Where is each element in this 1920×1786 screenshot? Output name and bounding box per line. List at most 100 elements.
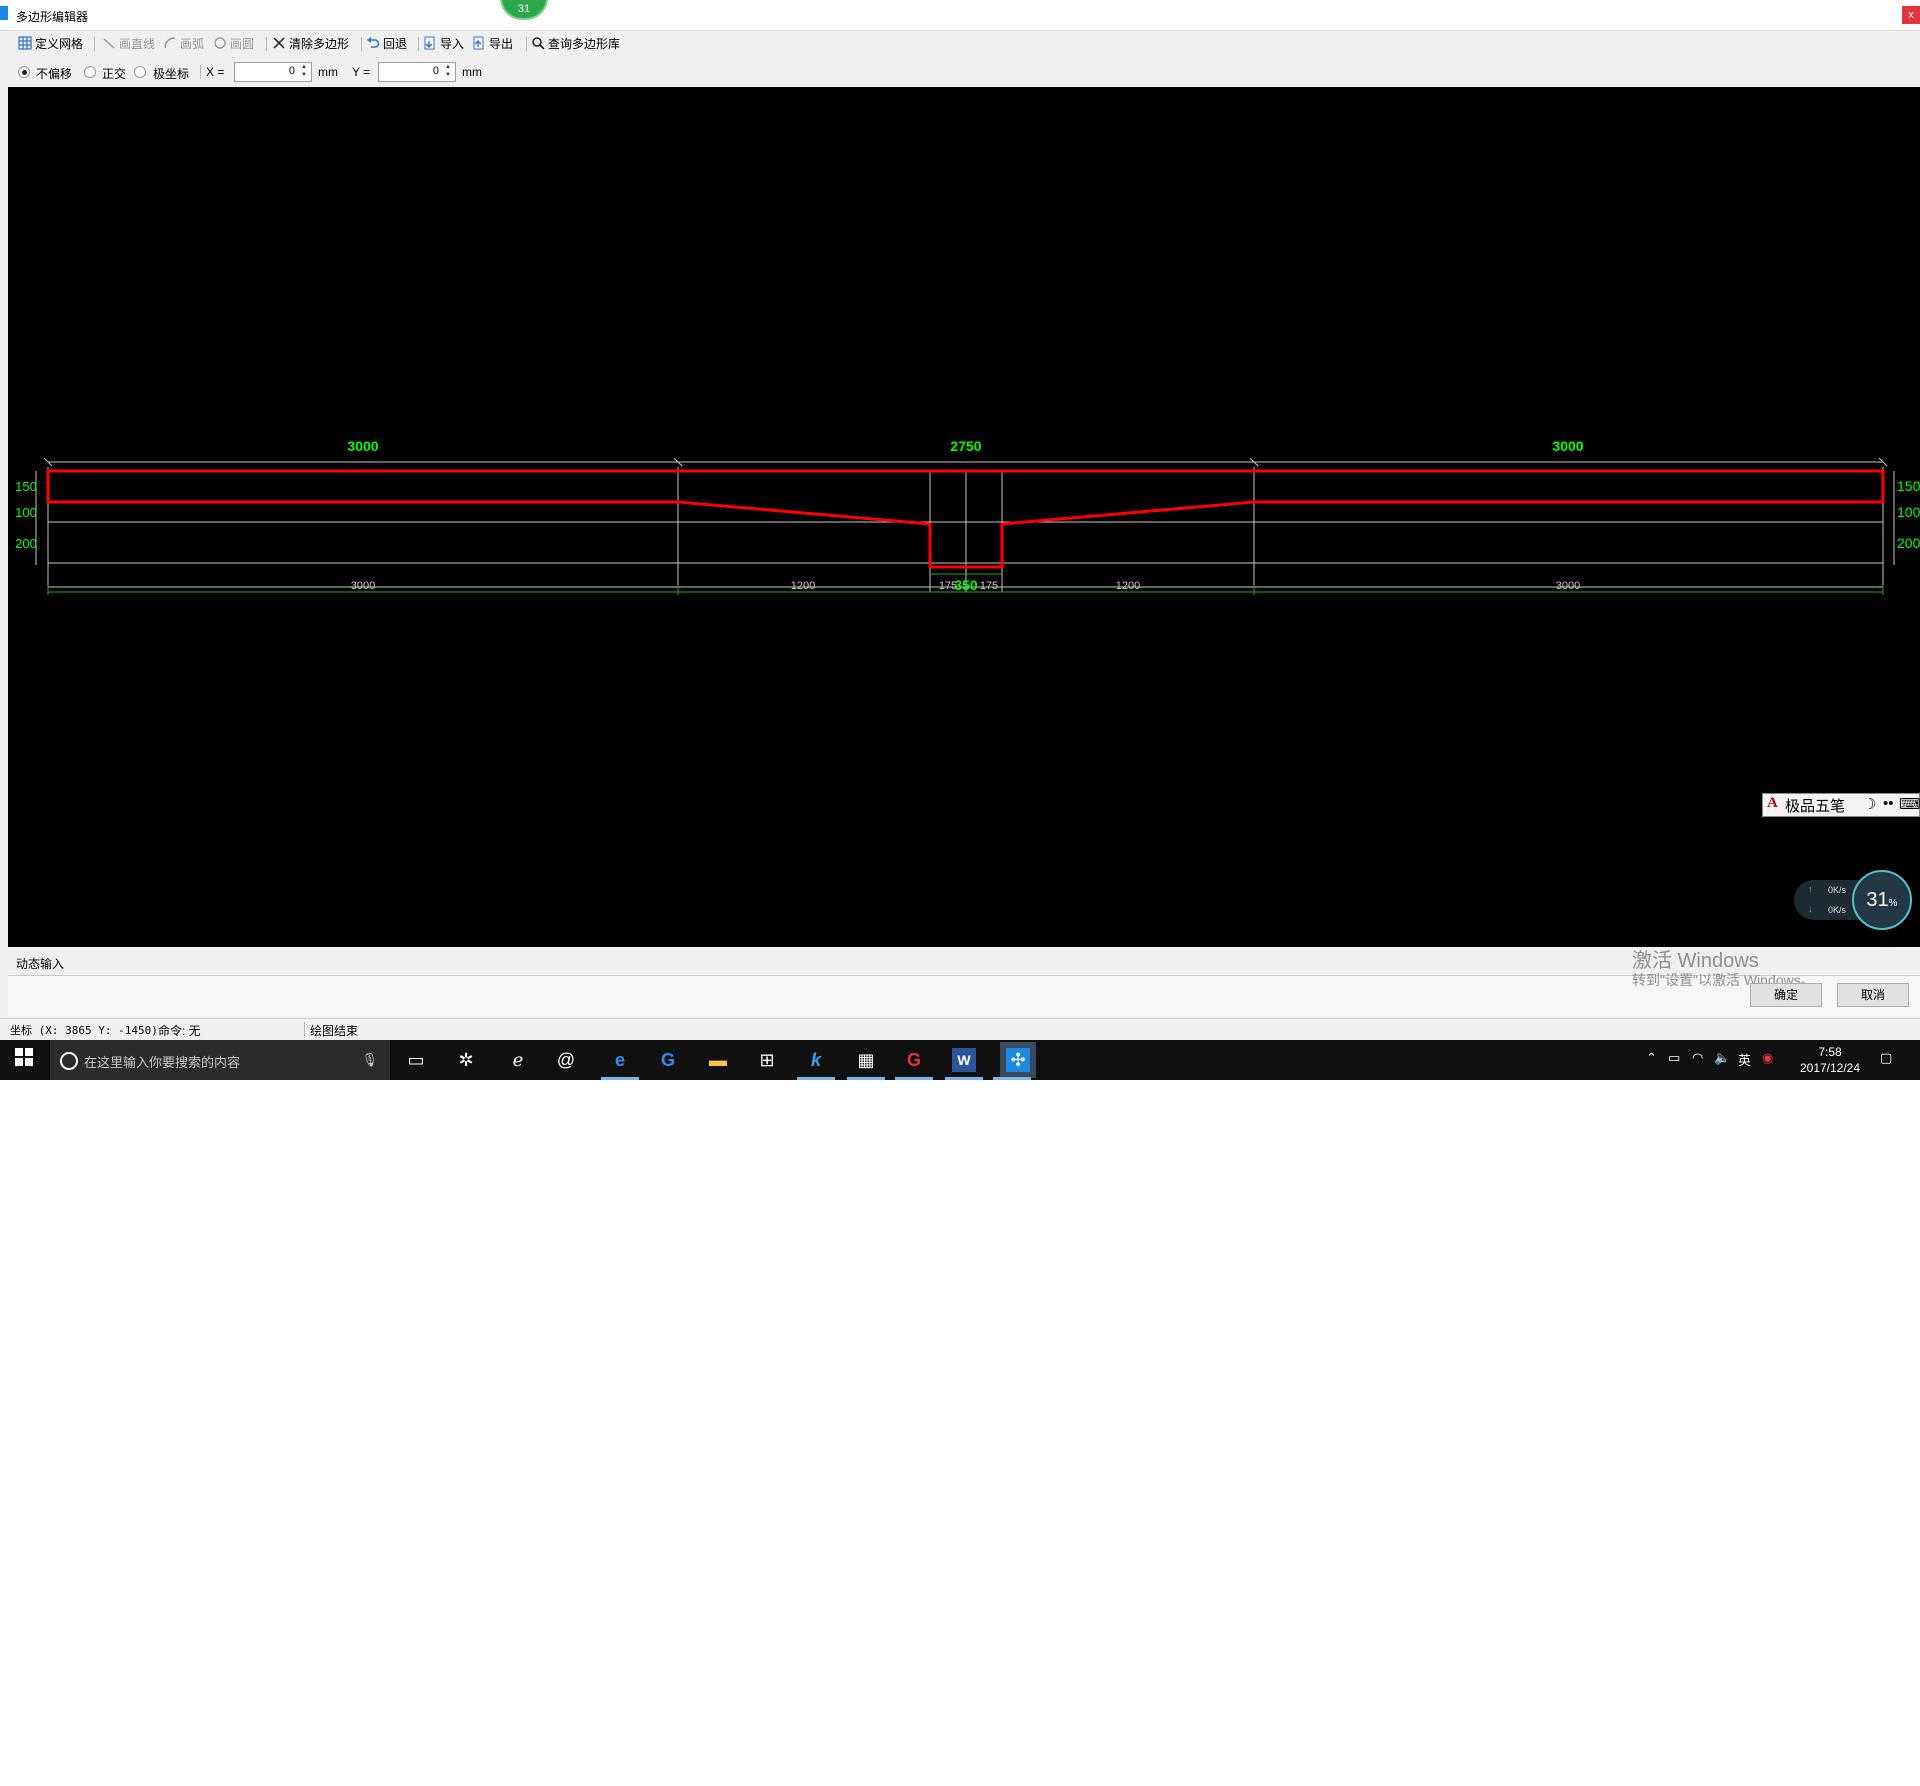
toolbar-separator: [361, 37, 362, 51]
windows-taskbar: 在这里输入你要搜索的内容 🎙 ▭ ✲ ℯ @ e G ▬ ⊞ k ▦ G W ✣…: [0, 1040, 1920, 1080]
y-input[interactable]: 0 ▲ ▼: [378, 62, 456, 82]
coordinates-readout: 坐标 (X: 3865 Y: -1450): [10, 1024, 158, 1037]
circle-icon: [214, 37, 226, 49]
wifi-icon[interactable]: ◠: [1692, 1050, 1703, 1066]
top-dim-label: 3000: [347, 438, 378, 454]
g-red-active-indicator: [895, 1077, 933, 1080]
y-label: Y =: [352, 65, 371, 79]
left-dim-label: 100: [15, 505, 37, 520]
word-active-indicator: [945, 1077, 983, 1080]
import-icon: [424, 36, 435, 50]
notification-center-icon[interactable]: ▢: [1880, 1050, 1892, 1066]
undo-button[interactable]: 回退: [366, 36, 407, 52]
top-dimension-line: [43, 457, 1888, 467]
upload-arrow-icon: ↑: [1808, 884, 1813, 894]
x-input[interactable]: 0 ▲ ▼: [234, 62, 312, 82]
close-button[interactable]: x: [1902, 6, 1920, 24]
draw-arc-label: 画弧: [180, 37, 205, 51]
bottom-dim-label: 3000: [1556, 580, 1580, 592]
draw-circle-button[interactable]: 画圆: [213, 36, 254, 52]
ime-label: 极品五笔: [1785, 798, 1846, 815]
polar-radio[interactable]: [134, 66, 146, 78]
clear-polygon-label: 清除多边形: [289, 37, 350, 51]
ok-button[interactable]: 确定: [1750, 983, 1822, 1007]
draw-line-label: 画直线: [119, 37, 156, 51]
calendar-icon[interactable]: ▦: [854, 1048, 878, 1072]
toolbar-separator: [526, 37, 527, 51]
draw-line-button[interactable]: 画直线: [102, 36, 155, 52]
dynamic-input-label: 动态输入: [16, 957, 65, 971]
app-icon: [0, 6, 8, 20]
export-button[interactable]: 导出: [472, 36, 513, 52]
file-explorer-icon[interactable]: ▬: [706, 1048, 730, 1072]
export-label: 导出: [489, 37, 514, 51]
network-monitor[interactable]: ↑ 0K/s ↓ 0K/s 31%: [1794, 870, 1912, 930]
top-dim-label: 2750: [950, 438, 981, 454]
edge-browser-icon[interactable]: e: [608, 1048, 632, 1072]
line-icon: [103, 38, 115, 49]
ime-moon-icon[interactable]: ☽: [1863, 795, 1876, 813]
taskbar-search-box[interactable]: 在这里输入你要搜索的内容 🎙: [50, 1040, 390, 1080]
right-dim-label: 200: [1897, 535, 1920, 551]
taskbar-clock[interactable]: 7:58 2017/12/24: [1790, 1044, 1870, 1076]
windows-start-icon[interactable]: [12, 1048, 36, 1072]
g-red-app-icon[interactable]: G: [902, 1048, 926, 1072]
bottom-dim-label: 3000: [351, 580, 375, 592]
orthogonal-radio[interactable]: [84, 66, 96, 78]
download-arrow-icon: ↓: [1808, 904, 1813, 914]
search-placeholder: 在这里输入你要搜索的内容: [84, 1055, 241, 1070]
window-title: 多边形编辑器: [16, 10, 89, 24]
microphone-icon[interactable]: 🎙: [361, 1052, 378, 1068]
windows-logo-icon: [15, 1048, 33, 1066]
options-bar: 不偏移 正交 极坐标 X = 0 ▲ ▼ mm Y = 0 ▲ ▼ mm: [8, 60, 1918, 84]
arc-icon: [164, 37, 176, 49]
ime-toolbar[interactable]: A 极品五笔 ☽ •• ⌨: [1762, 793, 1920, 817]
security-icon[interactable]: ◉: [1762, 1050, 1773, 1066]
draw-arc-button[interactable]: 画弧: [163, 36, 204, 52]
polygon-editor-active-indicator: [993, 1077, 1031, 1080]
tray-chevron-icon[interactable]: ⌃: [1646, 1050, 1657, 1066]
polygon-editor-window: 多边形编辑器 x 31 定义网格 画直线 画弧 画圆 清除多边形 回退 导入 导…: [0, 0, 1920, 1080]
fan-app-icon[interactable]: ✲: [454, 1048, 478, 1072]
import-button[interactable]: 导入: [423, 36, 464, 52]
upload-rate: 0K/s: [1828, 885, 1847, 895]
polygon-editor-task-icon[interactable]: ✣: [1000, 1042, 1036, 1078]
cancel-button[interactable]: 取消: [1837, 983, 1909, 1007]
y-unit: mm: [462, 65, 482, 79]
bottom-dim-label: 175: [980, 580, 998, 592]
drawing-canvas[interactable]: 3000 2750 3000 150 100 200 150 100 200 3…: [8, 87, 1920, 947]
toolbar-separator: [418, 37, 419, 51]
magnifier-icon: [532, 37, 545, 50]
ime-indicator[interactable]: 英: [1738, 1050, 1751, 1069]
grid-lines: [47, 467, 1884, 592]
bottom-dim-label: 350: [954, 577, 978, 593]
query-library-button[interactable]: 查询多边形库: [531, 36, 620, 52]
ime-punct-icon[interactable]: ••: [1883, 795, 1894, 812]
task-view-icon[interactable]: ▭: [404, 1048, 428, 1072]
grid-icon: [18, 36, 32, 50]
memory-percent: 31: [1866, 889, 1889, 911]
word-icon[interactable]: W: [952, 1048, 976, 1072]
ime-keyboard-icon[interactable]: ⌨: [1899, 795, 1920, 813]
toolbar-separator: [266, 37, 267, 51]
g-browser-icon[interactable]: G: [656, 1048, 680, 1072]
k-app-icon[interactable]: k: [804, 1048, 828, 1072]
close-icon: [273, 37, 285, 49]
right-dim-label: 150: [1897, 478, 1920, 494]
x-spinner-arrows[interactable]: ▲ ▼: [299, 63, 309, 79]
battery-icon[interactable]: ▭: [1668, 1050, 1680, 1066]
export-icon: [473, 36, 484, 50]
volume-icon[interactable]: 🔈: [1714, 1050, 1730, 1066]
y-spinner-arrows[interactable]: ▲ ▼: [443, 63, 453, 79]
no-offset-radio[interactable]: [18, 66, 30, 78]
clear-polygon-button[interactable]: 清除多边形: [272, 36, 349, 52]
swirl-app-icon[interactable]: @: [554, 1048, 578, 1072]
status-message: 绘图结束: [310, 1024, 359, 1038]
import-label: 导入: [440, 37, 465, 51]
memory-usage-circle[interactable]: 31%: [1852, 870, 1912, 930]
store-icon[interactable]: ⊞: [755, 1048, 779, 1072]
define-grid-button[interactable]: 定义网格: [18, 36, 83, 52]
command-status: 命令: 无: [158, 1024, 201, 1038]
ie-browser-icon[interactable]: ℯ: [506, 1048, 530, 1072]
options-separator: [200, 65, 201, 79]
